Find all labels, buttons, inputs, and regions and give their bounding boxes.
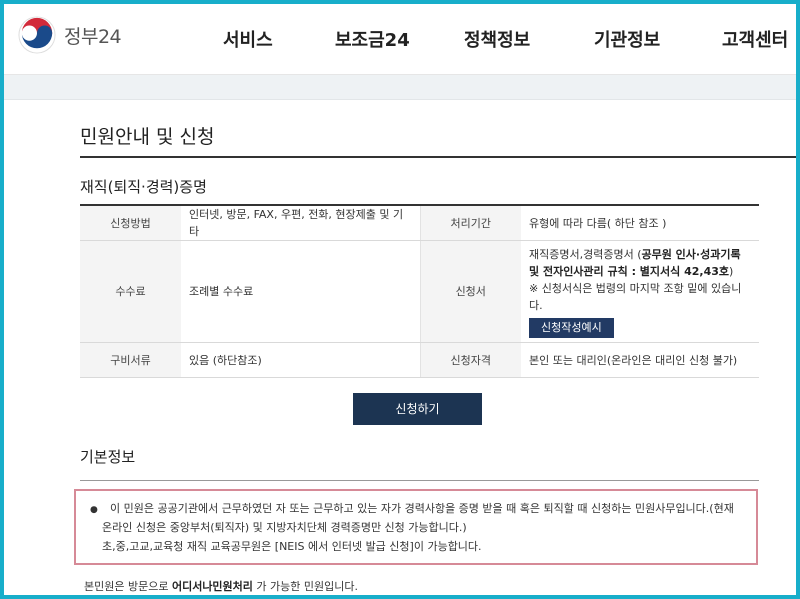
notice-line-1: 이 민원은 공공기관에서 근무하였던 자 또는 근무하고 있는 자가 경력사항을… [110,502,734,515]
form-example-button[interactable]: 신청작성예시 [529,317,614,338]
value-application-method: 인터넷, 방문, FAX, 우편, 전화, 현장제출 및 기타 [181,205,420,241]
main-nav: 서비스 보조금24 정책정보 기관정보 고객센터 [0,26,800,56]
page-title: 민원안내 및 신청 [80,126,215,148]
label-application-method: 신청방법 [80,205,181,241]
top-header: 정부24 서비스 보조금24 정책정보 기관정보 고객센터 [0,0,800,75]
value-eligibility: 본인 또는 대리인(온라인은 대리인 신청 불가) [521,342,759,378]
bullet-icon: ● [90,505,98,515]
value-application-form: 재직증명서,경력증명서 (공무원 인사·성과기록 및 전자인사관리 규칙 : 별… [521,240,759,343]
apply-button[interactable]: 신청하기 [353,393,482,425]
label-processing-period: 처리기간 [419,205,521,241]
nav-policy-info[interactable]: 정책정보 [464,26,530,52]
form-text-c: ) [729,264,734,278]
notice-line-2: 온라인 신청은 중앙부처(퇴직자) 및 지방자치단체 경력증명만 신청 가능합니… [102,521,467,534]
label-application-form: 신청서 [419,240,521,343]
footer-text-c: 가 가능한 민원입니다. [252,580,358,593]
value-required-documents: 있음 (하단참조) [181,342,420,378]
table-row: 구비서류 있음 (하단참조) 신청자격 본인 또는 대리인(온라인은 대리인 신… [80,342,759,378]
form-text-a: 재직증명서,경력증명서 ( [529,247,642,261]
basic-info-divider [80,480,759,481]
service-info-table: 신청방법 인터넷, 방문, FAX, 우편, 전화, 현장제출 및 기타 처리기… [80,204,759,378]
label-required-documents: 구비서류 [80,342,181,378]
form-note: ※ 신청서식은 법령의 마지막 조항 밑에 있습니다. [529,281,742,312]
nav-services[interactable]: 서비스 [223,26,273,52]
basic-info-title: 기본정보 [80,448,136,466]
value-fee: 조례별 수수료 [181,240,420,343]
section-title: 재직(퇴직·경력)증명 [80,178,207,196]
label-fee: 수수료 [80,240,181,343]
value-processing-period: 유형에 따라 다름( 하단 참조 ) [521,205,759,241]
label-eligibility: 신청자격 [419,342,521,378]
nav-customer-center[interactable]: 고객센터 [722,26,788,52]
notice-line-3: 초,중,고교,교육청 재직 교육공무원은 [NEIS 에서 인터넷 발급 신청]… [102,540,482,553]
nav-agency-info[interactable]: 기관정보 [594,26,660,52]
table-row: 수수료 조례별 수수료 신청서 재직증명서,경력증명서 (공무원 인사·성과기록… [80,240,759,343]
nav-subsidy24[interactable]: 보조금24 [335,26,410,52]
anywhere-service-note: 본민원은 방문으로 어디서나민원처리 가 가능한 민원입니다. [84,578,358,594]
table-row: 신청방법 인터넷, 방문, FAX, 우편, 전화, 현장제출 및 기타 처리기… [80,205,759,241]
highlighted-notice: ● 이 민원은 공공기관에서 근무하였던 자 또는 근무하고 있는 자가 경력사… [74,489,758,565]
anywhere-service-link[interactable]: 어디서나민원처리 [172,580,253,593]
title-divider [80,156,796,158]
sub-header-bar [0,75,800,100]
footer-text-a: 본민원은 방문으로 [84,580,172,593]
